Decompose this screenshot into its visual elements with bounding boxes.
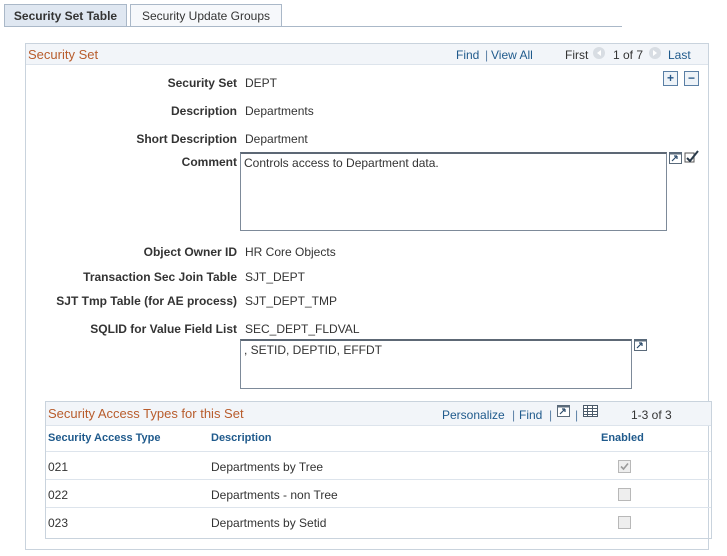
tab-security-update-groups[interactable]: Security Update Groups [130, 4, 282, 27]
separator: | [512, 408, 516, 422]
enabled-checkbox-checked[interactable] [618, 460, 631, 473]
transaction-sec-join-table-value: SJT_DEPT [245, 270, 306, 284]
comment-label: Comment [181, 155, 237, 169]
column-header-description[interactable]: Description [211, 432, 272, 444]
separator: | [549, 408, 553, 422]
grid-header: Security Access Types for this Set Perso… [46, 402, 711, 426]
description-label: Description [170, 104, 237, 118]
security-access-type-cell: 021 [48, 460, 69, 474]
previous-arrow-icon[interactable] [593, 47, 605, 59]
table-row: 023 Departments by Setid [46, 507, 711, 536]
page-info: 1 of 7 [613, 48, 644, 62]
column-header-security-access-type[interactable]: Security Access Type [48, 432, 161, 444]
next-arrow-icon[interactable] [649, 47, 661, 59]
grid-find-link[interactable]: Find [519, 408, 542, 422]
download-spreadsheet-icon[interactable] [583, 405, 598, 420]
expand-sql-icon[interactable] [634, 339, 647, 354]
security-access-types-grid: Security Access Types for this Set Perso… [45, 401, 712, 539]
object-owner-id-label: Object Owner ID [143, 245, 237, 259]
section-title: Security Set [28, 47, 99, 62]
security-set-value: DEPT [245, 76, 278, 90]
enabled-checkbox[interactable] [618, 516, 631, 529]
view-in-new-window-icon[interactable] [557, 405, 570, 420]
sql-textarea[interactable]: , SETID, DEPTID, EFFDT [240, 339, 632, 389]
separator: | [485, 48, 489, 62]
description-cell: Departments - non Tree [211, 488, 338, 502]
object-owner-id-value: HR Core Objects [245, 245, 336, 259]
security-set-label: Security Set [167, 76, 237, 90]
security-access-type-cell: 022 [48, 488, 69, 502]
transaction-sec-join-table-label: Transaction Sec Join Table [83, 270, 237, 284]
enabled-checkbox[interactable] [618, 488, 631, 501]
tab-security-set-table[interactable]: Security Set Table [4, 4, 127, 27]
short-description-value: Department [245, 132, 308, 146]
table-row: 022 Departments - non Tree [46, 479, 711, 508]
sjt-tmp-table-value: SJT_DEPT_TMP [245, 294, 338, 308]
expand-textarea-icon[interactable] [669, 152, 682, 167]
short-description-label: Short Description [136, 132, 237, 146]
separator: | [575, 408, 579, 422]
sqlid-value: SEC_DEPT_FLDVAL [245, 322, 360, 336]
spellcheck-icon[interactable] [684, 150, 700, 167]
security-access-type-cell: 023 [48, 516, 69, 530]
description-value: Departments [245, 104, 314, 118]
delete-row-icon[interactable]: − [684, 71, 699, 86]
table-row: 021 Departments by Tree [46, 451, 711, 480]
comment-textarea[interactable]: Controls access to Department data. [240, 152, 667, 231]
add-row-icon[interactable]: + [663, 71, 678, 86]
first-link[interactable]: First [565, 48, 588, 62]
sjt-tmp-table-label: SJT Tmp Table (for AE process) [56, 294, 237, 308]
view-all-link[interactable]: View All [491, 48, 533, 62]
personalize-link[interactable]: Personalize [442, 408, 505, 422]
column-header-enabled[interactable]: Enabled [601, 432, 644, 444]
grid-title: Security Access Types for this Set [48, 406, 244, 421]
security-set-header: Security Set Find | View All First 1 of … [26, 44, 708, 65]
description-cell: Departments by Tree [211, 460, 324, 474]
description-cell: Departments by Setid [211, 516, 327, 530]
sqlid-label: SQLID for Value Field List [90, 322, 237, 336]
tab-divider [4, 26, 622, 27]
find-link[interactable]: Find [456, 48, 479, 62]
last-link[interactable]: Last [668, 48, 691, 62]
row-count: 1-3 of 3 [631, 408, 672, 422]
